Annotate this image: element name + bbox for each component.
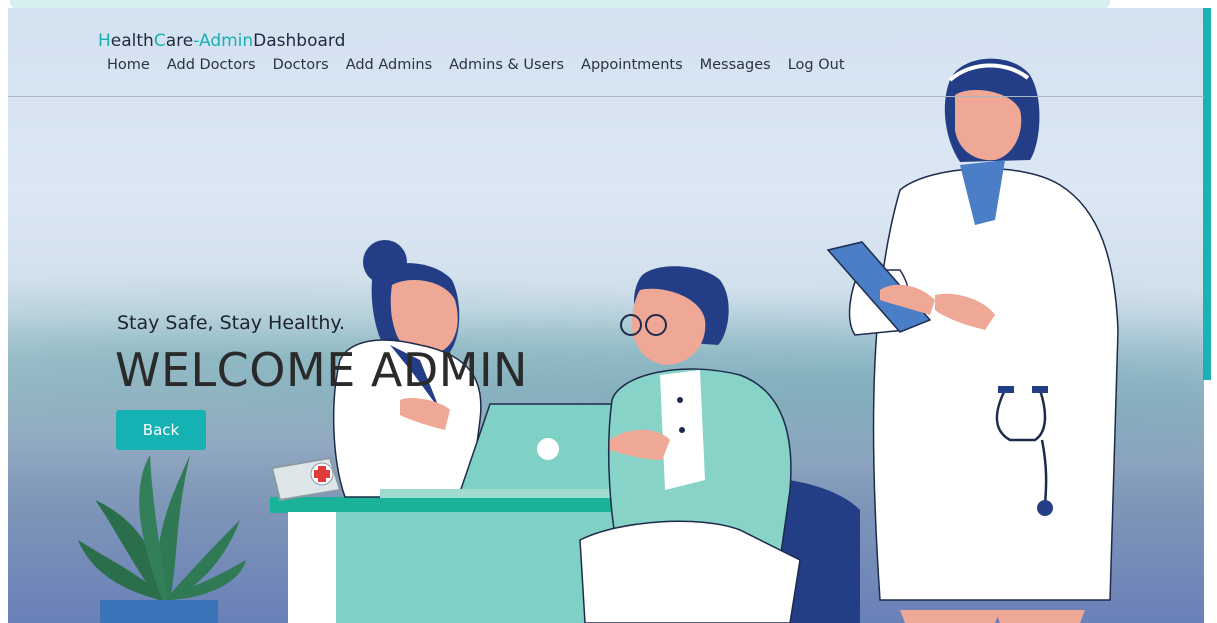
brand-letter-c: C xyxy=(153,31,166,51)
brand-letter-h: H xyxy=(98,31,111,51)
standing-doctor xyxy=(848,58,1119,623)
brand-logo[interactable]: HealthCare-AdminDashboard xyxy=(98,31,345,51)
brand-text-ealth: ealth xyxy=(110,31,154,51)
top-navbar: HealthCare-AdminDashboard Home Add Docto… xyxy=(8,8,1204,97)
nav-doctors[interactable]: Doctors xyxy=(273,57,329,73)
back-button[interactable]: Back xyxy=(116,410,206,450)
desk xyxy=(270,497,620,623)
nav-admins-users[interactable]: Admins & Users xyxy=(449,57,564,73)
brand-text-admin: Admin xyxy=(198,31,254,51)
nav-appointments[interactable]: Appointments xyxy=(581,57,683,73)
nav-home[interactable]: Home xyxy=(107,57,150,73)
hero-tagline: Stay Safe, Stay Healthy. xyxy=(117,312,345,334)
nav-add-admins[interactable]: Add Admins xyxy=(346,57,432,73)
nav-add-doctors[interactable]: Add Doctors xyxy=(167,57,256,73)
brand-text-are: are xyxy=(165,31,194,51)
seated-patient xyxy=(579,266,860,623)
plant-icon xyxy=(78,455,246,623)
main-menu: Home Add Doctors Doctors Add Admins Admi… xyxy=(107,57,862,73)
medical-kit-icon xyxy=(270,456,342,502)
nav-messages[interactable]: Messages xyxy=(700,57,771,73)
hero-title: WELCOME ADMIN xyxy=(115,343,528,397)
nav-log-out[interactable]: Log Out xyxy=(788,57,845,73)
brand-text-dashboard: Dashboard xyxy=(253,31,346,51)
